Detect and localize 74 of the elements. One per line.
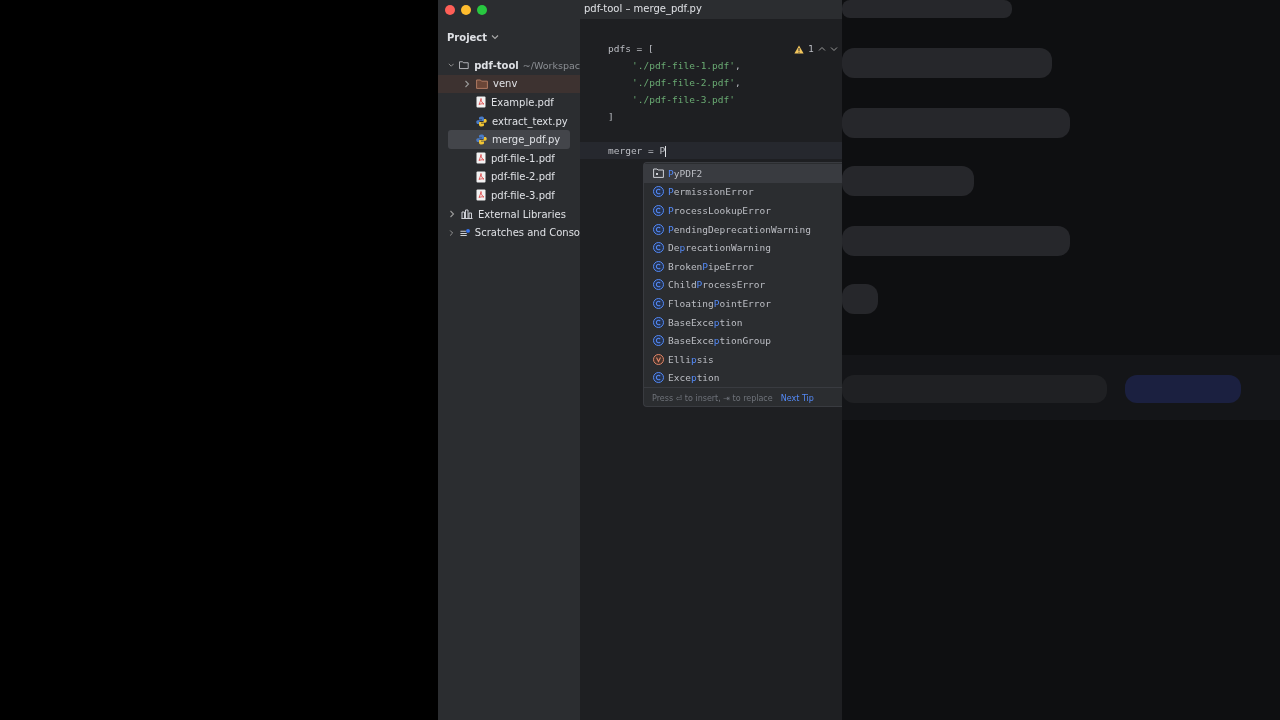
python-file-icon <box>476 134 487 146</box>
item-label: pdf-file-1.pdf <box>491 152 555 164</box>
hint-text: Press ⏎ to insert, ⇥ to replace <box>652 393 773 403</box>
warning-count: 1 <box>808 44 814 54</box>
warning-indicator[interactable]: 1 <box>794 44 838 54</box>
completion-item[interactable]: Ellipsis <box>644 349 842 369</box>
code-line: './pdf-file-3.pdf' <box>632 94 735 105</box>
tree-item[interactable]: External Libraries <box>438 204 580 224</box>
class-icon <box>653 279 664 291</box>
chevron-down-icon[interactable] <box>830 46 838 52</box>
warning-icon <box>794 44 805 54</box>
tree-item[interactable]: pdf-tool ~/Workspac <box>438 56 580 75</box>
folder-icon <box>459 60 470 71</box>
completion-item[interactable]: BrokenPipeError <box>644 256 842 276</box>
completion-item[interactable]: PendingDeprecationWarning <box>644 219 842 239</box>
window-title: pdf-tool – merge_pdf.py <box>584 3 702 14</box>
pdf-file-icon <box>476 152 486 165</box>
item-label: merge_pdf.py <box>492 134 561 146</box>
item-label: Example.pdf <box>491 97 554 108</box>
maximize-button[interactable] <box>477 4 487 15</box>
tree-item[interactable]: pdf-file-2.pdf <box>438 167 580 187</box>
completion-item[interactable]: BaseExceptionGroup <box>644 331 842 350</box>
code-line: './pdf-file-1.pdf', <box>632 60 741 71</box>
chevron-up-icon[interactable] <box>818 46 826 52</box>
class-icon <box>653 205 664 216</box>
class-icon <box>653 242 664 254</box>
code-line: merger = P <box>608 144 667 157</box>
close-button[interactable] <box>445 4 455 15</box>
tree-item[interactable]: extract_text.py <box>438 111 580 131</box>
completion-item[interactable]: DeprecationWarning <box>644 238 842 257</box>
tree-item[interactable]: venv <box>438 74 580 94</box>
completion-item[interactable]: Exception <box>644 368 842 388</box>
next-tip-link[interactable]: Next Tip <box>780 393 814 403</box>
variable-icon <box>653 353 664 365</box>
tree-item[interactable]: Example.pdf <box>438 93 580 112</box>
item-label: pdf-tool <box>474 59 519 71</box>
class-icon <box>653 297 664 309</box>
completion-item[interactable]: FloatingPointError <box>644 294 842 313</box>
code-line: './pdf-file-2.pdf', <box>632 77 741 88</box>
item-label: extract_text.py <box>492 115 568 127</box>
tree-item[interactable]: merge_pdf.py <box>448 130 570 149</box>
code-line: ] <box>608 111 614 122</box>
completion-item[interactable]: PermissionError <box>644 182 842 202</box>
tree-item[interactable]: pdf-file-3.pdf <box>438 186 580 205</box>
class-icon <box>653 316 664 328</box>
class-icon <box>653 335 664 347</box>
python-file-icon <box>476 115 487 127</box>
item-label: Scratches and Conso <box>474 227 580 239</box>
folder-icon <box>476 78 488 89</box>
completion-item[interactable]: ChildProcessError <box>644 275 842 295</box>
pdf-file-icon <box>476 170 486 183</box>
completion-item[interactable]: PyPDF2 <box>644 164 842 183</box>
scratches-icon <box>459 227 470 238</box>
item-label: venv <box>493 78 518 90</box>
completion-item[interactable]: ProcessLookupError <box>644 201 842 220</box>
minimize-button[interactable] <box>461 4 471 15</box>
class-icon <box>653 372 664 384</box>
completion-item[interactable]: BaseException <box>644 312 842 332</box>
item-label: pdf-file-3.pdf <box>491 189 555 201</box>
library-icon <box>461 209 473 220</box>
class-icon <box>653 260 664 272</box>
folder-icon <box>653 168 664 179</box>
pdf-file-icon <box>476 96 486 109</box>
class-icon <box>653 223 664 235</box>
project-dropdown[interactable]: Project <box>447 31 500 43</box>
path-label: ~/Workspac <box>522 59 580 71</box>
item-label: pdf-file-2.pdf <box>491 171 555 183</box>
chevron-down-icon <box>491 34 500 40</box>
class-icon <box>653 186 664 198</box>
pdf-file-icon <box>476 189 486 202</box>
tree-item[interactable]: pdf-file-1.pdf <box>438 148 580 168</box>
tree-item[interactable]: Scratches and Conso <box>438 223 580 242</box>
item-label: External Libraries <box>478 208 566 220</box>
code-line: pdfs = [ <box>608 43 654 54</box>
